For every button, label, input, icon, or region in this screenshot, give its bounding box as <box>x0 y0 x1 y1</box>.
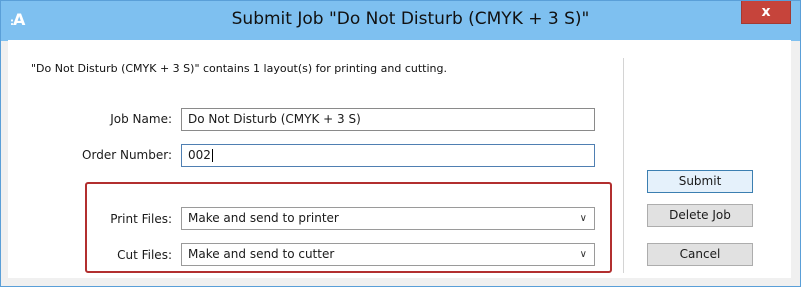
cut-files-value: Make and send to cutter <box>188 247 335 261</box>
chevron-down-icon: ∨ <box>579 249 587 260</box>
title-bar[interactable]: :A Submit Job "Do Not Disturb (CMYK + 3 … <box>1 1 800 41</box>
close-icon: x <box>761 4 771 20</box>
order-number-label: Order Number: <box>82 148 172 162</box>
job-name-field[interactable]: Do Not Disturb (CMYK + 3 S) <box>181 108 595 131</box>
text-cursor <box>211 149 213 162</box>
delete-job-button[interactable]: Delete Job <box>647 204 753 227</box>
cut-files-label: Cut Files: <box>117 248 172 262</box>
order-number-field[interactable]: 002 <box>181 144 595 167</box>
close-button[interactable]: x <box>741 1 791 24</box>
cut-files-select[interactable]: Make and send to cutter ∨ <box>181 243 595 266</box>
job-name-label: Job Name: <box>110 112 172 126</box>
window-title: Submit Job "Do Not Disturb (CMYK + 3 S)" <box>231 9 590 29</box>
submit-button[interactable]: Submit <box>647 170 753 193</box>
job-summary-message: "Do Not Disturb (CMYK + 3 S)" contains 1… <box>31 62 448 75</box>
print-files-select[interactable]: Make and send to printer ∨ <box>181 207 595 230</box>
vertical-divider <box>623 58 624 273</box>
order-number-value: 002 <box>188 148 211 162</box>
print-files-label: Print Files: <box>110 212 172 226</box>
chevron-down-icon: ∨ <box>579 213 587 224</box>
cancel-button[interactable]: Cancel <box>647 243 753 266</box>
print-files-value: Make and send to printer <box>188 211 339 225</box>
